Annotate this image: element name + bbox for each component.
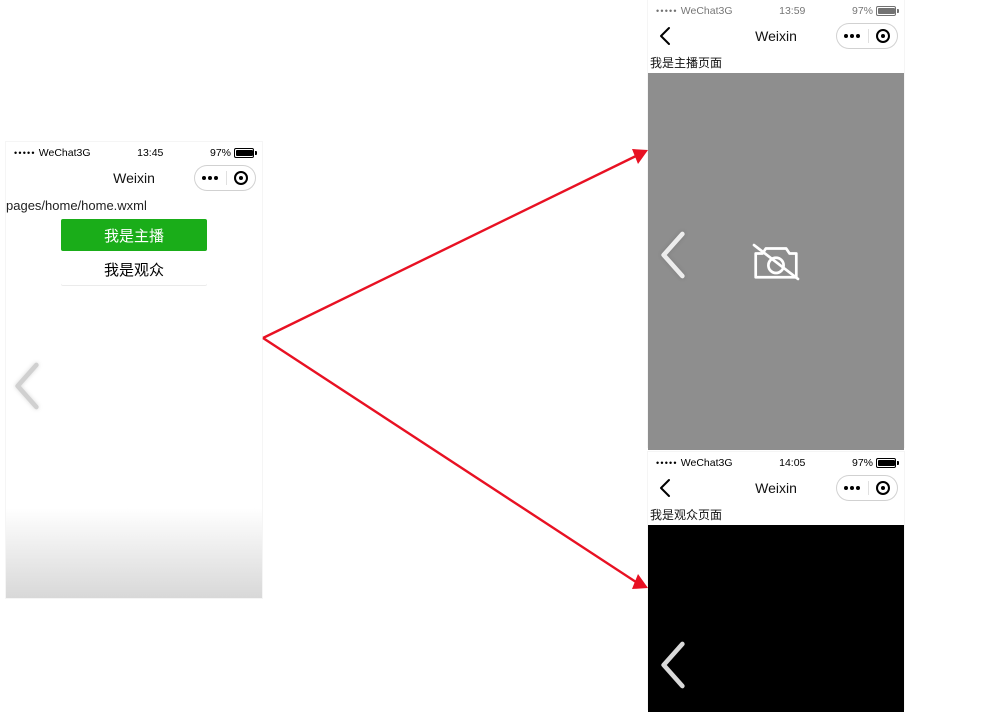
title-bar: Weixin — [648, 18, 904, 54]
signal-icon: ••••• — [656, 458, 678, 468]
bottom-gradient — [6, 508, 262, 598]
page-title: Weixin — [755, 480, 797, 496]
miniprogram-capsule[interactable] — [836, 475, 898, 501]
video-player — [648, 525, 904, 712]
back-button[interactable] — [654, 25, 676, 47]
status-bar: ••••• WeChat3G 13:45 97% — [6, 142, 262, 160]
page-heading-label: 我是观众页面 — [648, 506, 904, 525]
phone-host: ••••• WeChat3G 13:59 97% Weixin 我是主播页面 — [648, 0, 904, 447]
title-bar: Weixin — [6, 160, 262, 196]
miniprogram-capsule[interactable] — [836, 23, 898, 49]
capsule-separator — [226, 171, 227, 185]
page-path-label: pages/home/home.wxml — [6, 196, 262, 217]
signal-icon: ••••• — [14, 148, 36, 158]
capsule-separator — [868, 29, 869, 43]
close-icon[interactable] — [876, 481, 890, 495]
status-bar: ••••• WeChat3G 13:59 97% — [648, 0, 904, 18]
back-button[interactable] — [654, 477, 676, 499]
carrier-label: WeChat3G — [39, 147, 91, 159]
menu-icon[interactable] — [844, 486, 860, 490]
battery-percent-label: 97% — [852, 5, 873, 17]
page-title: Weixin — [113, 170, 155, 186]
battery-percent-label: 97% — [210, 147, 231, 159]
battery-icon — [234, 148, 254, 158]
clock-label: 14:05 — [779, 457, 805, 469]
miniprogram-capsule[interactable] — [194, 165, 256, 191]
signal-icon: ••••• — [656, 6, 678, 16]
no-camera-icon — [748, 240, 804, 284]
close-icon[interactable] — [876, 29, 890, 43]
capsule-separator — [868, 481, 869, 495]
status-bar: ••••• WeChat3G 14:05 97% — [648, 452, 904, 470]
clock-label: 13:45 — [137, 147, 163, 159]
camera-preview — [648, 73, 904, 450]
carrier-label: WeChat3G — [681, 457, 733, 469]
phone-viewer: ••••• WeChat3G 14:05 97% Weixin 我是观众页面 — [648, 452, 904, 709]
page-heading-label: 我是主播页面 — [648, 54, 904, 73]
viewer-button[interactable]: 我是观众 — [61, 253, 207, 285]
battery-icon — [876, 458, 896, 468]
page-title: Weixin — [755, 28, 797, 44]
battery-icon — [876, 6, 896, 16]
battery-percent-label: 97% — [852, 457, 873, 469]
menu-icon[interactable] — [844, 34, 860, 38]
clock-label: 13:59 — [779, 5, 805, 17]
menu-icon[interactable] — [202, 176, 218, 180]
close-icon[interactable] — [234, 171, 248, 185]
chevron-left-icon — [654, 635, 692, 695]
host-button[interactable]: 我是主播 — [61, 219, 207, 251]
chevron-left-icon — [8, 356, 46, 416]
title-bar: Weixin — [648, 470, 904, 506]
carrier-label: WeChat3G — [681, 5, 733, 17]
phone-home: ••••• WeChat3G 13:45 97% Weixin pages/ho… — [6, 142, 262, 598]
chevron-left-icon — [654, 225, 692, 285]
